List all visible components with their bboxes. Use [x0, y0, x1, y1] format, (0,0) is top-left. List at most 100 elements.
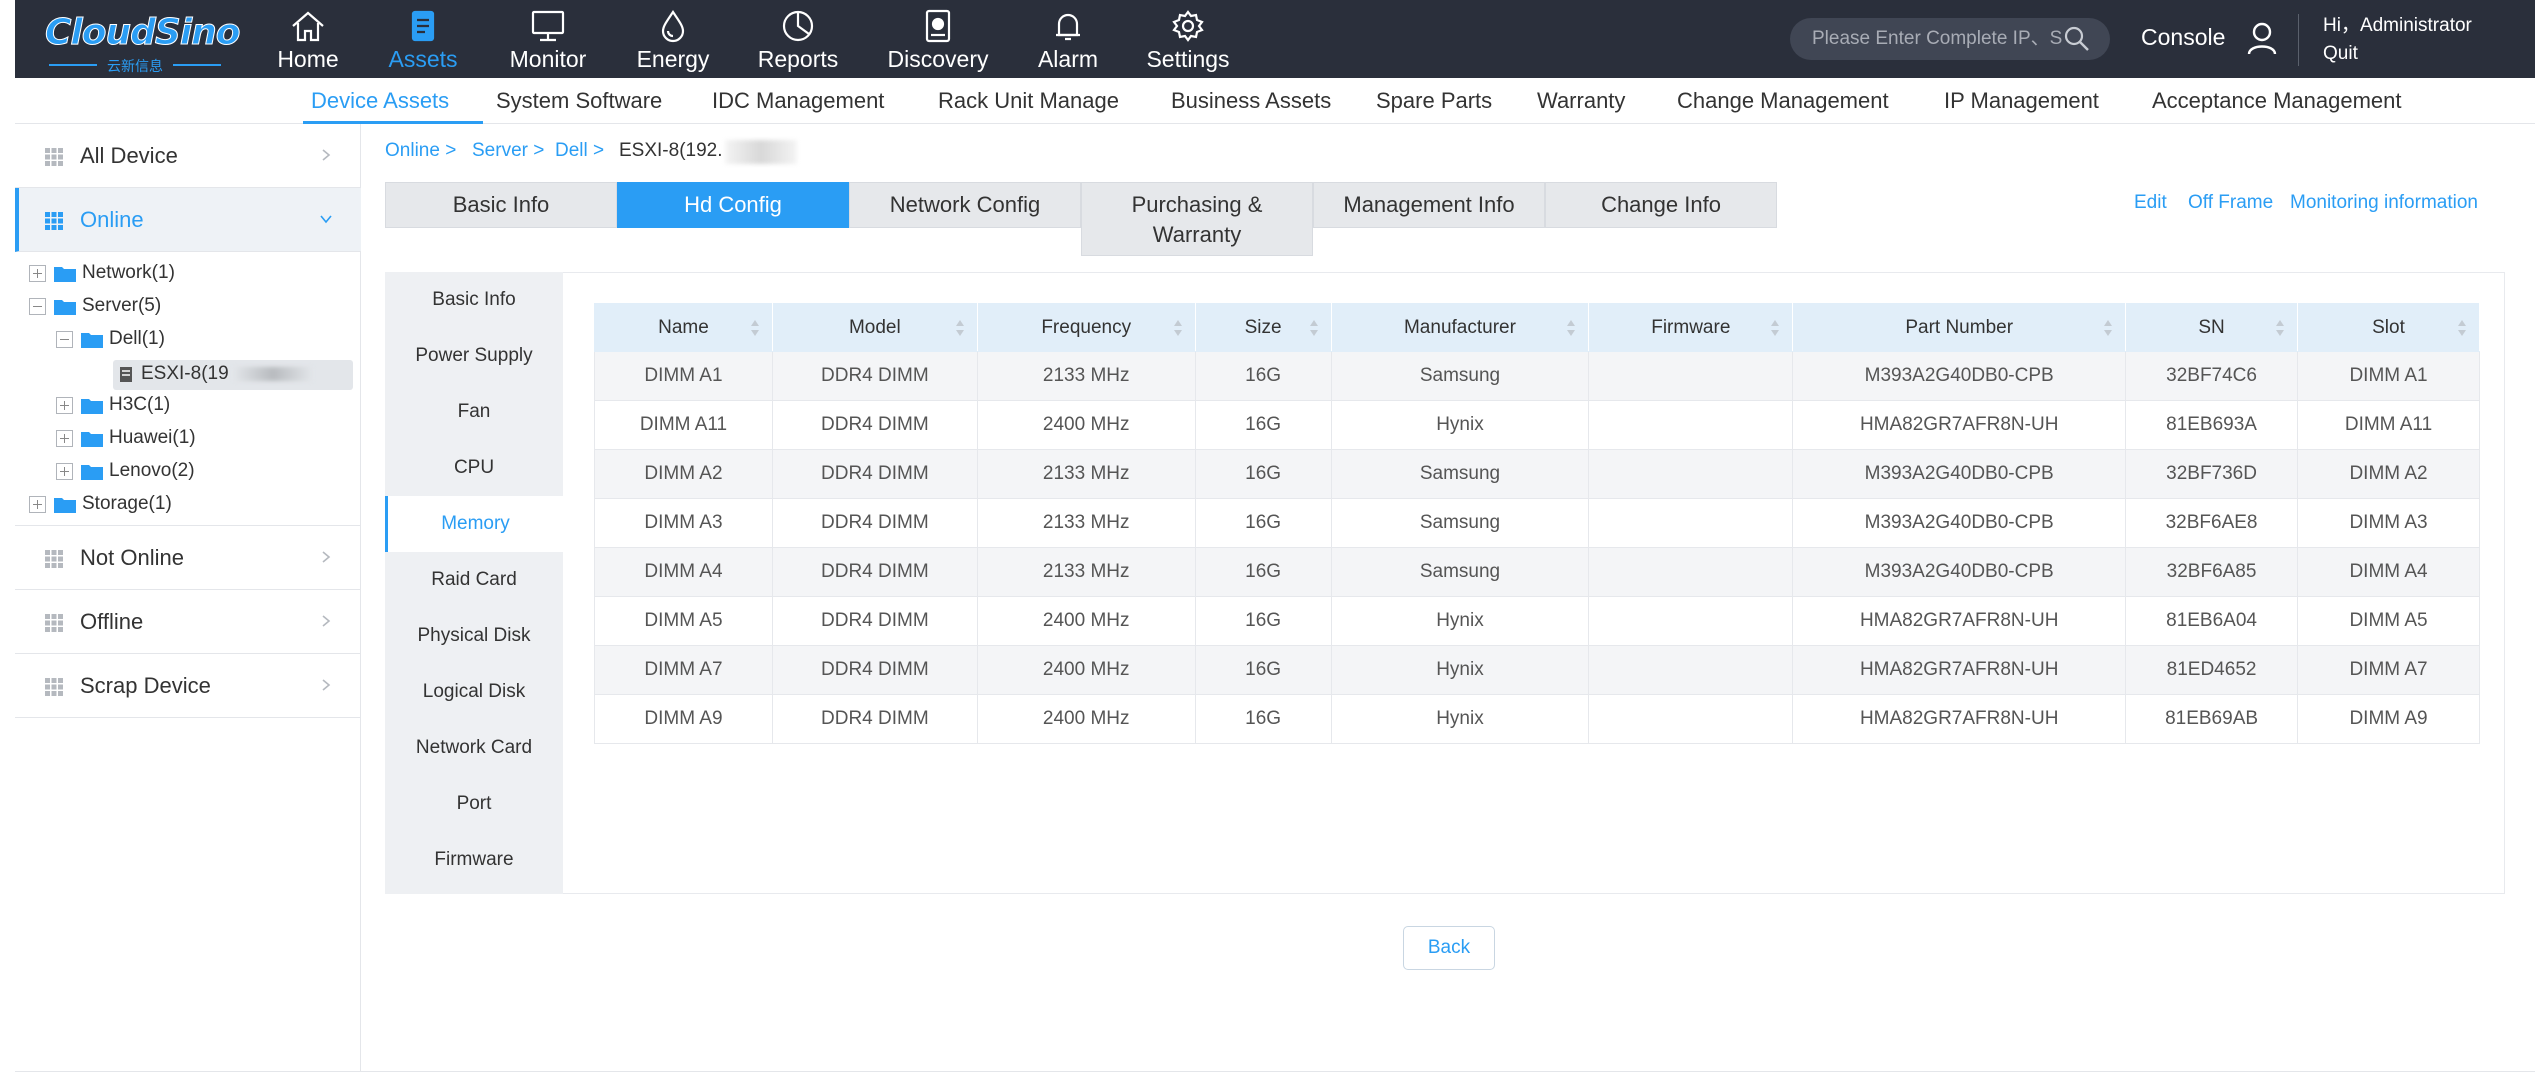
sidebar-item-label: Online [80, 207, 144, 232]
sidebar-item-offline[interactable]: Offline [15, 590, 361, 654]
expand-icon[interactable] [29, 495, 46, 513]
subnav-idc-management[interactable]: IDC Management [712, 88, 884, 114]
subnav-system-software[interactable]: System Software [496, 88, 662, 114]
table-cell: M393A2G40DB0-CPB [1792, 449, 2127, 499]
nav-reports[interactable]: Reports [743, 0, 853, 78]
subnav-device-assets[interactable]: Device Assets [311, 88, 449, 114]
subnav-warranty[interactable]: Warranty [1537, 88, 1625, 114]
breadcrumb-online[interactable]: Online > [385, 140, 456, 162]
vtab-raid-card[interactable]: Raid Card [385, 552, 563, 608]
sort-icon[interactable] [1770, 318, 1780, 338]
nav-energy[interactable]: Energy [618, 0, 728, 78]
nav-discovery-label: Discovery [887, 46, 989, 72]
vtab-port[interactable]: Port [385, 776, 563, 832]
sort-icon[interactable] [2457, 318, 2467, 338]
sort-icon[interactable] [955, 318, 965, 338]
table-cell: DIMM A5 [2297, 596, 2480, 646]
subnav-rack-unit-manage[interactable]: Rack Unit Manage [938, 88, 1119, 114]
nav-discovery[interactable]: Discovery [883, 0, 993, 78]
table-cell: Samsung [1330, 449, 1590, 499]
console-link[interactable]: Console [2141, 24, 2225, 51]
table-cell: 2133 MHz [976, 547, 1196, 597]
chevron-right-icon [322, 615, 331, 627]
sidebar-item-not-online[interactable]: Not Online [15, 526, 361, 590]
subnav-ip-management[interactable]: IP Management [1944, 88, 2099, 114]
table-cell: 2400 MHz [976, 645, 1196, 695]
subnav-spare-parts[interactable]: Spare Parts [1376, 88, 1492, 114]
expand-icon[interactable] [56, 429, 73, 447]
off-frame-link[interactable]: Off Frame [2188, 192, 2273, 214]
expand-icon[interactable] [29, 264, 46, 282]
column-header-sn[interactable]: SN [2125, 303, 2299, 352]
tree-node-server[interactable]: Server(5) [29, 295, 161, 325]
column-header-name[interactable]: Name [594, 303, 773, 352]
vtab-fan[interactable]: Fan [385, 384, 563, 440]
expand-icon[interactable] [56, 462, 73, 480]
sort-icon[interactable] [1309, 318, 1319, 338]
tab-management-info[interactable]: Management Info [1313, 182, 1545, 228]
nav-settings[interactable]: Settings [1133, 0, 1243, 78]
column-header-firmware[interactable]: Firmware [1588, 303, 1794, 352]
cloudsino-logo[interactable]: CloudSino 云新信息 [45, 12, 242, 75]
subnav-business-assets[interactable]: Business Assets [1171, 88, 1331, 114]
subnav-acceptance-management[interactable]: Acceptance Management [2152, 88, 2402, 114]
vtab-cpu[interactable]: CPU [385, 440, 563, 496]
vtab-network-card[interactable]: Network Card [385, 720, 563, 776]
tab-change-info[interactable]: Change Info [1545, 182, 1777, 228]
breadcrumb-dell[interactable]: Dell > [555, 140, 604, 162]
column-header-slot[interactable]: Slot [2297, 303, 2480, 352]
tab-purchasing-warranty[interactable]: Purchasing & Warranty [1081, 182, 1313, 256]
sort-icon[interactable] [2103, 318, 2113, 338]
tab-label-line1: Purchasing & [1131, 192, 1263, 217]
table-cell: DDR4 DIMM [771, 596, 978, 646]
collapse-icon[interactable] [29, 297, 46, 315]
tree-node-huawei[interactable]: Huawei(1) [56, 427, 196, 457]
tab-hd-config[interactable]: Hd Config [617, 182, 849, 228]
sidebar-item-online[interactable]: Online [15, 188, 361, 252]
table-cell [1588, 694, 1794, 744]
breadcrumb-server[interactable]: Server > [472, 140, 544, 162]
column-header-model[interactable]: Model [771, 303, 978, 352]
sort-icon[interactable] [750, 318, 760, 338]
vtab-physical-disk[interactable]: Physical Disk [385, 608, 563, 664]
vtab-memory[interactable]: Memory [385, 496, 563, 552]
sort-icon[interactable] [1566, 318, 1576, 338]
tree-node-esxi-8[interactable]: ESXI-8(19 [113, 360, 353, 390]
tab-basic-info[interactable]: Basic Info [385, 182, 617, 228]
sort-icon[interactable] [2275, 318, 2285, 338]
quit-link[interactable]: Quit [2323, 43, 2358, 65]
vtab-firmware[interactable]: Firmware [385, 832, 563, 888]
tree-node-lenovo[interactable]: Lenovo(2) [56, 460, 195, 490]
vtab-logical-disk[interactable]: Logical Disk [385, 664, 563, 720]
nav-monitor[interactable]: Monitor [493, 0, 603, 78]
chevron-right-icon [322, 551, 331, 563]
nav-alarm[interactable]: Alarm [1013, 0, 1123, 78]
user-icon[interactable] [2245, 20, 2279, 56]
column-header-size[interactable]: Size [1194, 303, 1332, 352]
back-button[interactable]: Back [1403, 926, 1495, 970]
nav-home[interactable]: Home [253, 0, 363, 78]
vtab-power-supply[interactable]: Power Supply [385, 328, 563, 384]
search-icon[interactable] [2062, 24, 2092, 54]
table-cell: DDR4 DIMM [771, 351, 978, 401]
column-header-manufacturer[interactable]: Manufacturer [1330, 303, 1590, 352]
monitoring-information-link[interactable]: Monitoring information [2290, 192, 2478, 214]
tree-node-storage[interactable]: Storage(1) [29, 493, 172, 523]
vtab-basic-info[interactable]: Basic Info [385, 272, 563, 328]
table-cell: DIMM A1 [2297, 351, 2480, 401]
tree-node-h3c[interactable]: H3C(1) [56, 394, 170, 424]
sidebar-item-scrap-device[interactable]: Scrap Device [15, 654, 361, 718]
tree-node-network[interactable]: Network(1) [29, 262, 175, 292]
column-header-part-number[interactable]: Part Number [1792, 303, 2127, 352]
edit-link[interactable]: Edit [2134, 192, 2167, 214]
sidebar-item-all-device[interactable]: All Device [15, 124, 361, 188]
tab-network-config[interactable]: Network Config [849, 182, 1081, 228]
tree-node-dell[interactable]: Dell(1) [56, 328, 165, 358]
column-header-frequency[interactable]: Frequency [976, 303, 1196, 352]
subnav-change-management[interactable]: Change Management [1677, 88, 1889, 114]
sort-icon[interactable] [1173, 318, 1183, 338]
collapse-icon[interactable] [56, 330, 73, 348]
nav-assets[interactable]: Assets [368, 0, 478, 78]
table-cell: DDR4 DIMM [771, 449, 978, 499]
expand-icon[interactable] [56, 396, 73, 414]
